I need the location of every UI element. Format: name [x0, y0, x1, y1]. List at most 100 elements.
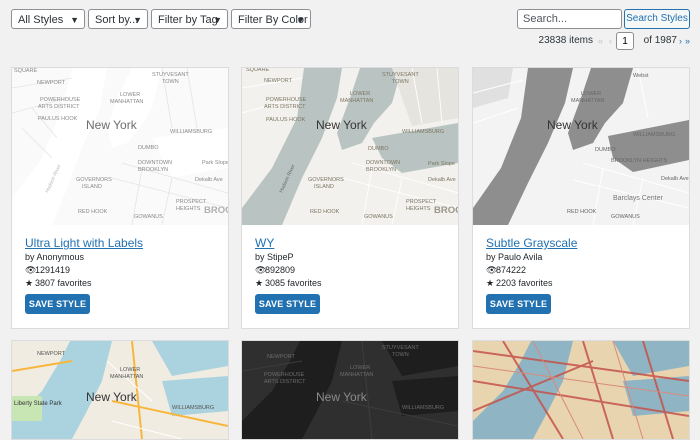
- style-views: 👁874222: [486, 265, 527, 275]
- style-card: NEWPORT LOWER MANHATTAN WILLIAMSBURG Lib…: [11, 340, 229, 440]
- svg-text:Dekalb Ave: Dekalb Ave: [428, 177, 456, 183]
- svg-text:RED HOOK: RED HOOK: [567, 209, 597, 215]
- style-title-link[interactable]: Ultra Light with Labels: [25, 236, 220, 251]
- style-card: [472, 340, 690, 440]
- svg-text:Park Slope: Park Slope: [428, 161, 455, 167]
- map-preview-subtle-grayscale[interactable]: Webst LOWER MANHATTAN WILLIAMSBURG DUMBO…: [473, 68, 689, 225]
- filter-tag-select[interactable]: Filter by Tag ▼: [151, 9, 228, 29]
- svg-text:Dekalb Ave: Dekalb Ave: [661, 176, 689, 182]
- style-views: 👁1291419: [25, 265, 71, 275]
- svg-text:DOWNTOWN: DOWNTOWN: [138, 160, 172, 166]
- svg-text:SQUARE: SQUARE: [14, 68, 38, 74]
- sort-by-label: Sort by...: [95, 14, 139, 26]
- chevron-down-icon: ▼: [70, 15, 79, 25]
- current-page-input[interactable]: [616, 32, 634, 50]
- style-title-link[interactable]: Subtle Grayscale: [486, 236, 681, 251]
- svg-text:WILLIAMSBURG: WILLIAMSBURG: [633, 132, 675, 138]
- filter-color-select[interactable]: Filter By Color ▼: [231, 9, 311, 29]
- svg-text:ARTS DISTRICT: ARTS DISTRICT: [264, 379, 306, 385]
- svg-text:POWERHOUSE: POWERHOUSE: [40, 97, 81, 103]
- svg-text:HEIGHTS: HEIGHTS: [176, 206, 201, 212]
- all-styles-select[interactable]: All Styles ▼: [11, 9, 85, 29]
- svg-text:GOVERNORS: GOVERNORS: [76, 177, 112, 183]
- svg-text:GOWANUS: GOWANUS: [611, 214, 640, 220]
- sort-by-select[interactable]: Sort by... ▼: [88, 9, 148, 29]
- svg-text:Webst: Webst: [633, 73, 649, 79]
- star-icon: ★: [486, 278, 495, 288]
- save-style-button[interactable]: SAVE STYLE: [255, 294, 320, 314]
- svg-text:WILLIAMSBURG: WILLIAMSBURG: [402, 405, 444, 411]
- svg-text:GOWANUS: GOWANUS: [134, 214, 163, 220]
- star-icon: ★: [255, 278, 264, 288]
- search-input[interactable]: [517, 9, 622, 29]
- svg-text:NEWPORT: NEWPORT: [37, 80, 66, 86]
- svg-text:ISLAND: ISLAND: [314, 184, 334, 190]
- svg-text:WILLIAMSBURG: WILLIAMSBURG: [402, 129, 444, 135]
- svg-text:STUYVESANT: STUYVESANT: [382, 345, 419, 351]
- svg-text:DUMBO: DUMBO: [595, 147, 616, 153]
- svg-text:ISLAND: ISLAND: [82, 184, 102, 190]
- svg-text:LOWER: LOWER: [581, 91, 601, 97]
- svg-text:GOWANUS: GOWANUS: [364, 214, 393, 220]
- style-card: Webst LOWER MANHATTAN WILLIAMSBURG DUMBO…: [472, 67, 690, 329]
- svg-text:MANHATTAN: MANHATTAN: [571, 98, 604, 104]
- map-preview-ultra-light[interactable]: SQUARE STUYVESANT TOWN NEWPORT LOWER MAN…: [12, 68, 228, 225]
- chevron-down-icon: ▼: [133, 15, 142, 25]
- chevron-down-icon: ▼: [296, 15, 305, 25]
- svg-text:RED HOOK: RED HOOK: [78, 209, 108, 215]
- style-author: by Paulo Avila: [486, 252, 543, 262]
- svg-text:MANHATTAN: MANHATTAN: [110, 99, 143, 105]
- pagination: 23838 items « ‹ of 1987 › »: [530, 32, 690, 52]
- search-styles-button[interactable]: Search Styles: [624, 9, 690, 29]
- style-card: STUYVESANT TOWN NEWPORT LOWER MANHATTAN …: [241, 340, 459, 440]
- svg-text:DOWNTOWN: DOWNTOWN: [366, 160, 400, 166]
- svg-text:ARTS DISTRICT: ARTS DISTRICT: [38, 104, 80, 110]
- svg-text:STUYVESANT: STUYVESANT: [152, 72, 189, 78]
- next-page-link[interactable]: ›: [679, 32, 682, 50]
- toolbar: All Styles ▼ Sort by... ▼ Filter by Tag …: [11, 9, 690, 31]
- map-preview-dark[interactable]: STUYVESANT TOWN NEWPORT LOWER MANHATTAN …: [242, 341, 458, 439]
- style-views: 👁892809: [255, 265, 296, 275]
- svg-text:TOWN: TOWN: [162, 79, 179, 85]
- svg-text:PAULUS HOOK: PAULUS HOOK: [38, 116, 78, 122]
- svg-text:PROSPECT: PROSPECT: [176, 199, 207, 205]
- svg-text:BROOKLYN: BROOKLYN: [366, 167, 396, 173]
- star-icon: ★: [25, 278, 34, 288]
- svg-text:Liberty State Park: Liberty State Park: [14, 401, 63, 407]
- svg-text:NEWPORT: NEWPORT: [37, 351, 66, 357]
- style-favorites: ★ 3807 favorites: [25, 278, 92, 288]
- svg-text:LOWER: LOWER: [120, 367, 140, 373]
- map-preview-colorful[interactable]: NEWPORT LOWER MANHATTAN WILLIAMSBURG Lib…: [12, 341, 228, 439]
- svg-text:MANHATTAN: MANHATTAN: [340, 372, 373, 378]
- svg-text:LOWER: LOWER: [350, 365, 370, 371]
- svg-text:DUMBO: DUMBO: [138, 145, 159, 151]
- eye-icon: 👁: [486, 265, 498, 275]
- save-style-button[interactable]: SAVE STYLE: [486, 294, 551, 314]
- svg-text:BROOKLYN HEIGHTS: BROOKLYN HEIGHTS: [611, 158, 667, 164]
- map-preview-vintage[interactable]: [473, 341, 689, 439]
- svg-text:WILLIAMSBURG: WILLIAMSBURG: [170, 129, 212, 135]
- style-title-link[interactable]: WY: [255, 236, 450, 251]
- svg-text:STUYVESANT: STUYVESANT: [382, 72, 419, 78]
- svg-text:New York: New York: [86, 390, 138, 404]
- last-page-link[interactable]: »: [685, 32, 690, 50]
- svg-text:TOWN: TOWN: [392, 79, 409, 85]
- svg-text:BROO: BROO: [434, 205, 458, 216]
- style-author: by Anonymous: [25, 252, 85, 262]
- svg-text:SQUARE: SQUARE: [246, 68, 270, 73]
- svg-text:POWERHOUSE: POWERHOUSE: [264, 372, 305, 378]
- style-card: SQUARE STUYVESANT TOWN NEWPORT LOWER MAN…: [241, 67, 459, 329]
- chevron-down-icon: ▼: [213, 15, 222, 25]
- svg-text:DUMBO: DUMBO: [368, 146, 389, 152]
- svg-text:Dekalb Ave: Dekalb Ave: [195, 177, 223, 183]
- prev-page-link: ‹: [609, 36, 612, 46]
- map-preview-wy[interactable]: SQUARE STUYVESANT TOWN NEWPORT LOWER MAN…: [242, 68, 458, 225]
- save-style-button[interactable]: SAVE STYLE: [25, 294, 90, 314]
- svg-text:LOWER: LOWER: [350, 91, 370, 97]
- svg-text:MANHATTAN: MANHATTAN: [340, 98, 373, 104]
- svg-text:New York: New York: [86, 118, 138, 132]
- eye-icon: 👁: [255, 265, 267, 275]
- all-styles-label: All Styles: [18, 14, 64, 26]
- svg-text:Park Slope: Park Slope: [202, 160, 228, 166]
- svg-text:Barclays Center: Barclays Center: [613, 195, 663, 202]
